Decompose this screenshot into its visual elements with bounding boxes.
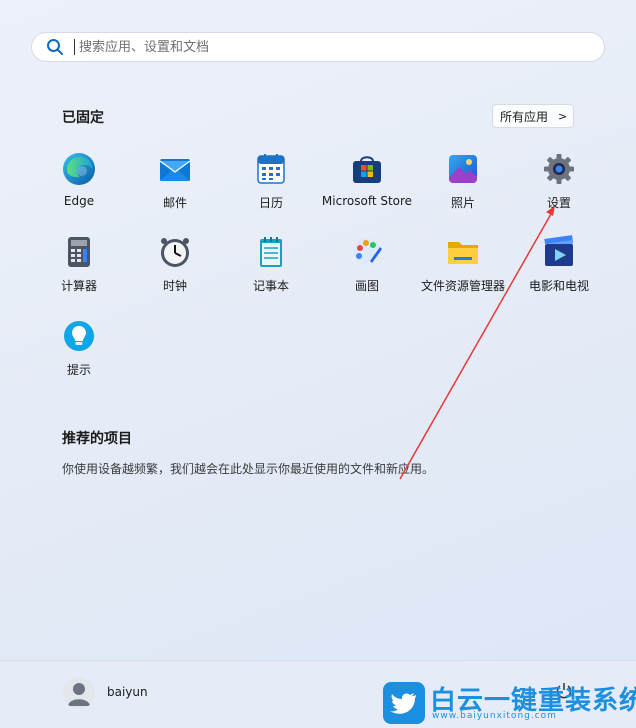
app-label: Microsoft Store xyxy=(321,194,413,208)
all-apps-button[interactable]: 所有应用 > xyxy=(492,104,574,128)
clock-icon xyxy=(158,235,192,269)
calendar-icon xyxy=(254,152,288,186)
app-edge[interactable]: Edge xyxy=(31,152,127,226)
app-label: 文件资源管理器 xyxy=(420,279,505,293)
search-input[interactable] xyxy=(77,38,561,56)
recommended-empty-text: 你使用设备越频繁，我们越会在此处显示你最近使用的文件和新应用。 xyxy=(62,462,435,476)
app-label: 记事本 xyxy=(252,279,289,293)
app-label: Edge xyxy=(63,194,95,208)
movies-icon xyxy=(542,235,576,269)
paint-icon xyxy=(350,235,384,269)
store-icon xyxy=(350,152,384,186)
app-notepad[interactable]: 记事本 xyxy=(223,235,319,309)
twitter-bird-icon xyxy=(383,682,425,724)
app-label: 邮件 xyxy=(162,196,187,210)
edge-icon xyxy=(62,152,96,186)
app-microsoft-store[interactable]: Microsoft Store xyxy=(319,152,415,226)
app-label: 照片 xyxy=(450,196,475,210)
photos-icon xyxy=(446,152,480,186)
folder-icon xyxy=(446,235,480,269)
mail-icon xyxy=(158,152,192,186)
app-settings[interactable]: 设置 xyxy=(511,152,607,226)
app-calculator[interactable]: 计算器 xyxy=(31,235,127,309)
app-photos[interactable]: 照片 xyxy=(415,152,511,226)
app-label: 日历 xyxy=(258,196,283,210)
all-apps-label: 所有应用 xyxy=(500,109,549,124)
app-paint[interactable]: 画图 xyxy=(319,235,415,309)
app-label: 电影和电视 xyxy=(528,279,589,293)
app-label: 计算器 xyxy=(60,279,97,293)
app-file-explorer[interactable]: 文件资源管理器 xyxy=(415,235,511,309)
search-box[interactable] xyxy=(31,32,605,62)
app-label: 画图 xyxy=(354,279,379,293)
app-calendar[interactable]: 日历 xyxy=(223,152,319,226)
app-movies-tv[interactable]: 电影和电视 xyxy=(511,235,607,309)
calculator-icon xyxy=(62,235,96,269)
user-name[interactable]: baiyun xyxy=(107,685,148,699)
search-icon xyxy=(47,39,63,55)
gear-icon xyxy=(542,152,576,186)
app-tips[interactable]: 提示 xyxy=(31,319,127,393)
app-mail[interactable]: 邮件 xyxy=(127,152,223,226)
chevron-right-icon: > xyxy=(558,109,568,123)
watermark-url: www.baiyunxitong.com xyxy=(432,711,557,721)
user-avatar[interactable] xyxy=(63,677,95,709)
text-caret xyxy=(74,39,75,55)
recommended-title: 推荐的项目 xyxy=(62,431,132,447)
tips-icon xyxy=(62,319,96,353)
app-label: 时钟 xyxy=(162,279,187,293)
watermark-logo: 白云一键重装系统 www.baiyunxitong.com xyxy=(383,682,636,724)
app-label: 提示 xyxy=(66,363,91,377)
app-clock[interactable]: 时钟 xyxy=(127,235,223,309)
notepad-icon xyxy=(254,235,288,269)
app-label: 设置 xyxy=(546,196,571,210)
pinned-title: 已固定 xyxy=(62,110,104,126)
